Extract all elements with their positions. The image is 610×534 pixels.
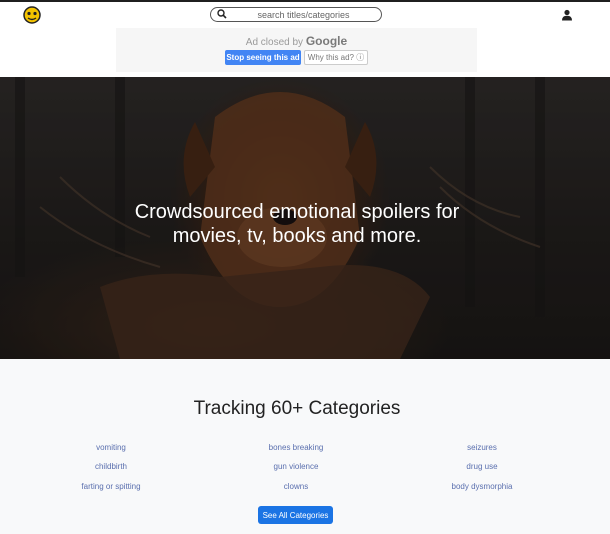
user-icon[interactable] [561, 9, 573, 21]
hero-title-line-1: Crowdsourced emotional spoilers for [134, 201, 460, 223]
categories-title: Tracking 60+ Categories [193, 398, 401, 419]
search-input[interactable] [231, 8, 376, 21]
category-link[interactable]: farting or spitting [41, 482, 181, 491]
search-bar[interactable] [210, 7, 382, 22]
see-all-categories-button[interactable]: See All Categories [258, 506, 333, 524]
hero-banner: Crowdsourced emotional spoilers for movi… [0, 77, 610, 359]
hero-title: Crowdsourced emotional spoilers for movi… [0, 200, 594, 248]
category-link[interactable]: childbirth [41, 462, 181, 471]
category-link[interactable]: gun violence [226, 462, 366, 471]
category-link[interactable]: body dysmorphia [412, 482, 552, 491]
category-link[interactable]: bones breaking [226, 443, 366, 452]
ad-closed-panel: Ad closed by Google Stop seeing this ad … [116, 28, 477, 72]
ad-closed-text: Ad closed by Google [116, 34, 477, 48]
category-link[interactable]: clowns [226, 482, 366, 491]
logo-face-icon[interactable] [22, 6, 42, 24]
category-link[interactable]: vomiting [41, 443, 181, 452]
category-link[interactable]: seizures [412, 443, 552, 452]
category-link[interactable]: drug use [412, 462, 552, 471]
categories-section: Tracking 60+ Categories vomiting bones b… [0, 359, 610, 534]
search-icon[interactable] [217, 9, 227, 19]
why-this-ad-button[interactable]: Why this ad? ⓘ [304, 50, 368, 65]
ad-closed-label: Ad closed by [245, 37, 304, 48]
hero-title-line-2: movies, tv, books and more. [172, 225, 422, 247]
google-brand: Google [305, 34, 348, 48]
navbar [0, 2, 610, 28]
stop-seeing-ad-button[interactable]: Stop seeing this ad [225, 50, 301, 65]
